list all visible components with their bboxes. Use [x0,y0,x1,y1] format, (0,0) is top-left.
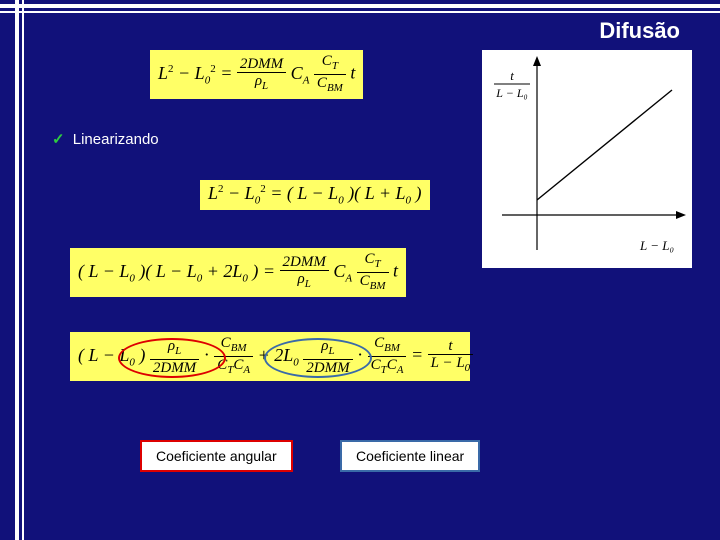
eq3-lhs: ( L − L0 )( L − L0 + 2L0 ) = [78,261,280,281]
eq3-t: t [393,261,398,281]
eq1-ca: CA [291,63,314,83]
graph-y-den: L − L₀ [495,86,527,100]
top-rule-thin [0,11,720,13]
equation-2: L2 − L02 = ( L − L0 )( L + L0 ) [200,180,430,210]
top-rule-thick [0,4,720,8]
highlight-ellipse-linear [264,338,372,378]
slide-title: Difusão [599,18,680,44]
linearizando-text: Linearizando [73,131,159,148]
eq1-frac1: 2DMM ρL [237,56,286,94]
equation-1: L2 − L02 = 2DMM ρL CA CT CBM t [150,50,363,99]
graph-panel: t L − L₀ L − L₀ [482,50,692,268]
graph-x-label: L − L₀ [639,238,674,253]
coef-angular-box: Coeficiente angular [140,440,293,472]
check-icon: ✓ [52,131,65,148]
eq1-lhs: L2 − L02 = [158,63,237,83]
highlight-ellipse-angular [118,338,226,378]
eq3-frac2: CT CBM [357,251,389,294]
eq4-frac5: t L − L0 [428,338,474,376]
eq1-frac2: CT CBM [314,53,346,96]
equation-3: ( L − L0 )( L − L0 + 2L0 ) = 2DMM ρL CA … [70,248,406,297]
eq3-frac1: 2DMM ρL [280,254,329,292]
eq3-ca: CA [333,261,356,281]
left-rule-thin [22,0,24,540]
left-rule-thick [15,0,19,540]
graph-svg: t L − L₀ L − L₀ [482,50,692,268]
eq1-t: t [350,63,355,83]
eq4-frac4: CBM CTCA [368,335,407,378]
coef-linear-box: Coeficiente linear [340,440,480,472]
graph-y-num: t [510,68,514,83]
eq4-eq: = [411,345,428,365]
linearizando-bullet: ✓ Linearizando [52,130,159,148]
